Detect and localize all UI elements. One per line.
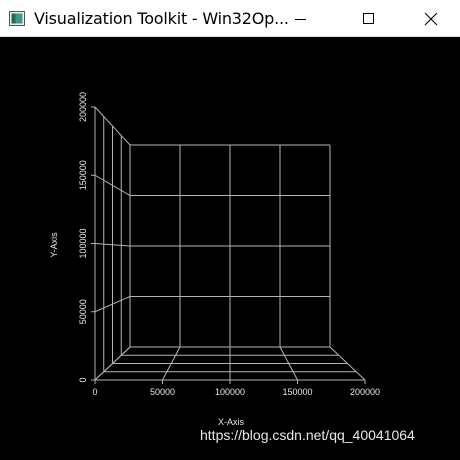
y-tick-label: 200000 <box>78 92 88 122</box>
y-tick-label: 50000 <box>78 299 88 324</box>
y-tick-label: 0 <box>78 377 88 382</box>
vtk-app-icon <box>9 11 25 26</box>
vtk-window: Visualization Toolkit - Win32Op... 0 0 500… <box>0 0 460 455</box>
maximize-button[interactable] <box>346 0 392 37</box>
x-axis-label: X-Axis <box>218 417 245 427</box>
render-viewport[interactable]: 0 0 50000 50000 100000 100000 150000 150000 2000… <box>0 37 460 455</box>
y-tick-label: 100000 <box>78 228 88 258</box>
grid-layer <box>94 106 366 381</box>
y-axis-label: Y-Axis <box>49 232 59 258</box>
maximize-icon <box>363 12 374 24</box>
close-icon <box>424 12 438 25</box>
window-title: Visualization Toolkit - Win32Op... <box>34 9 289 28</box>
x-tick-label: 100000 <box>215 387 245 397</box>
cube-axes-plot[interactable]: 00 50000 50000 100000 100000 150000 150000 2000… <box>0 37 460 455</box>
watermark-text: https://blog.csdn.net/qq_40041064 <box>200 427 415 443</box>
minimize-button[interactable] <box>278 0 324 37</box>
x-tick-label: 200000 <box>350 387 380 397</box>
x-tick-label: 50000 <box>150 387 175 397</box>
x-tick-label: 0 <box>92 387 97 397</box>
close-button[interactable] <box>408 0 454 37</box>
y-tick-label: 150000 <box>78 160 88 190</box>
minimize-icon <box>295 18 306 20</box>
x-tick-label: 150000 <box>282 387 312 397</box>
title-bar[interactable]: Visualization Toolkit - Win32Op... <box>0 0 460 37</box>
